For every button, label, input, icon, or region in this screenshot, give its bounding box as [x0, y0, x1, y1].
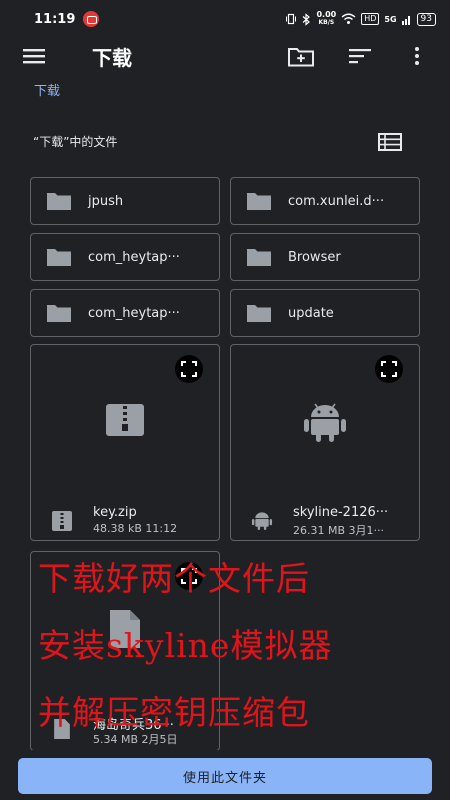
use-this-folder-button[interactable]: 使用此文件夹	[18, 758, 432, 794]
file-name: key.zip	[93, 505, 137, 520]
signal-icon	[401, 15, 410, 25]
overlay-caption: 并解压密钥压缩包	[38, 693, 310, 732]
folder-item[interactable]: jpush	[30, 177, 220, 225]
file-name: skyline-2126···	[293, 505, 389, 520]
zip-icon	[52, 511, 72, 531]
file-meta: 26.31 MB 3月1···	[293, 524, 385, 537]
network-speed-value: 0.00	[316, 10, 337, 19]
folder-item[interactable]: com.xunlei.d···	[230, 177, 420, 225]
status-time: 11:19	[34, 11, 76, 27]
network-speed-unit: KB/S	[318, 19, 335, 26]
zip-icon	[106, 404, 144, 436]
expand-icon[interactable]	[375, 355, 403, 383]
sort-icon[interactable]	[347, 44, 375, 68]
list-view-icon[interactable]	[378, 133, 402, 151]
file-card[interactable]: key.zip 48.38 kB 11:12	[30, 344, 220, 541]
bottom-bar: 使用此文件夹	[0, 750, 450, 800]
folder-label: Browser	[288, 249, 341, 265]
folder-item[interactable]: com_heytap···	[30, 289, 220, 337]
folder-label: jpush	[88, 193, 124, 209]
section-heading: “下载”中的文件	[33, 135, 118, 149]
hd-badge: HD	[361, 13, 380, 25]
app-bar: 下载	[0, 38, 450, 74]
folder-icon	[47, 305, 71, 322]
folder-icon	[247, 305, 271, 322]
folder-icon	[47, 249, 71, 266]
network-speed: 0.00 KB/S	[316, 11, 336, 27]
folder-label: com_heytap···	[88, 249, 180, 265]
status-bar: 11:19 0.00 KB/S HD 5G 93	[0, 0, 450, 38]
folder-icon	[247, 249, 271, 266]
vibrate-icon	[286, 13, 297, 25]
overlay-caption: 下载好两个文件后	[38, 559, 310, 598]
android-icon	[251, 512, 273, 531]
fullscreen-icon	[381, 361, 397, 377]
folder-item[interactable]: Browser	[230, 233, 420, 281]
folder-label: com_heytap···	[88, 305, 180, 321]
android-icon	[304, 403, 346, 442]
overlay-caption: 安装skyline模拟器	[38, 626, 333, 665]
bluetooth-icon	[303, 12, 311, 26]
folder-icon	[247, 193, 271, 210]
more-vert-icon[interactable]	[403, 44, 431, 68]
page-title: 下载	[92, 46, 132, 70]
status-icons: 0.00 KB/S HD 5G 93	[285, 11, 436, 27]
breadcrumb[interactable]: 下载	[34, 80, 60, 99]
folder-item[interactable]: com_heytap···	[30, 233, 220, 281]
file-preview	[31, 403, 219, 437]
file-meta: 48.38 kB 11:12	[93, 522, 178, 535]
new-folder-icon[interactable]	[287, 44, 315, 68]
folder-label: update	[288, 305, 334, 321]
signal-label: 5G	[384, 14, 397, 24]
wifi-icon	[341, 13, 356, 24]
menu-icon[interactable]	[22, 46, 48, 66]
folder-item[interactable]: update	[230, 289, 420, 337]
file-card[interactable]: skyline-2126··· 26.31 MB 3月1···	[230, 344, 420, 541]
notification-app-icon	[83, 11, 100, 27]
folder-icon	[47, 193, 71, 210]
fullscreen-icon	[181, 361, 197, 377]
folder-label: com.xunlei.d···	[288, 193, 385, 209]
expand-icon[interactable]	[175, 355, 203, 383]
file-preview	[231, 399, 419, 443]
battery-indicator: 93	[416, 12, 436, 26]
